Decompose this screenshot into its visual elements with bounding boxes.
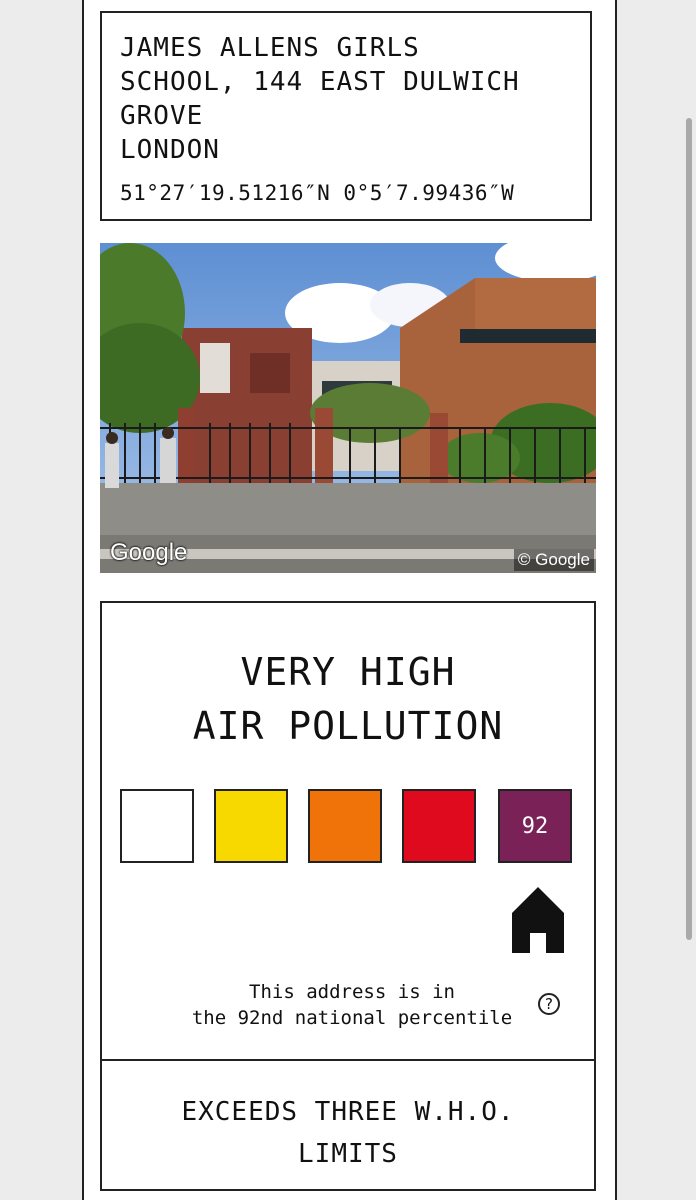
card-divider	[102, 1059, 594, 1061]
pollution-level-title: VERY HIGH AIR POLLUTION	[102, 645, 594, 753]
scale-swatch-4	[402, 789, 476, 863]
coordinates: 51°27′19.51216″N 0°5′7.99436″W	[120, 181, 515, 205]
google-copyright[interactable]: © Google	[513, 549, 594, 571]
home-icon	[512, 887, 564, 953]
address-line-2: SCHOOL, 144 EAST DULWICH	[120, 67, 520, 97]
scale-swatch-3	[308, 789, 382, 863]
who-line-1: EXCEEDS THREE W.H.O.	[181, 1097, 515, 1127]
scale-swatch-1	[120, 789, 194, 863]
help-question-icon[interactable]: ?	[538, 993, 560, 1015]
street-view-photo	[100, 243, 596, 573]
percentile-description: This address is in the 92nd national per…	[162, 979, 542, 1031]
address-line-4: LONDON	[120, 135, 220, 165]
google-watermark: Google	[110, 539, 188, 566]
who-limits-text: EXCEEDS THREE W.H.O. LIMITS	[102, 1091, 594, 1175]
percentile-line-1: This address is in	[249, 981, 455, 1003]
address-line-3: GROVE	[120, 101, 204, 131]
address-card: JAMES ALLENS GIRLS SCHOOL, 144 EAST DULW…	[100, 11, 592, 221]
street-view-image[interactable]: Google © Google	[100, 243, 596, 573]
address-line-1: JAMES ALLENS GIRLS	[120, 33, 420, 63]
pollution-scale: 92	[120, 789, 580, 867]
scale-swatch-5-active: 92	[498, 789, 572, 863]
address-block: JAMES ALLENS GIRLS SCHOOL, 144 EAST DULW…	[120, 31, 520, 167]
who-line-2: LIMITS	[298, 1139, 398, 1169]
percentile-line-2: the 92nd national percentile	[191, 1007, 513, 1029]
scrollbar[interactable]	[686, 118, 692, 940]
pollution-level-line-2: AIR POLLUTION	[192, 704, 504, 748]
pollution-card: VERY HIGH AIR POLLUTION 92 This address …	[100, 601, 596, 1191]
scale-swatch-2	[214, 789, 288, 863]
pollution-level-line-1: VERY HIGH	[240, 650, 456, 694]
